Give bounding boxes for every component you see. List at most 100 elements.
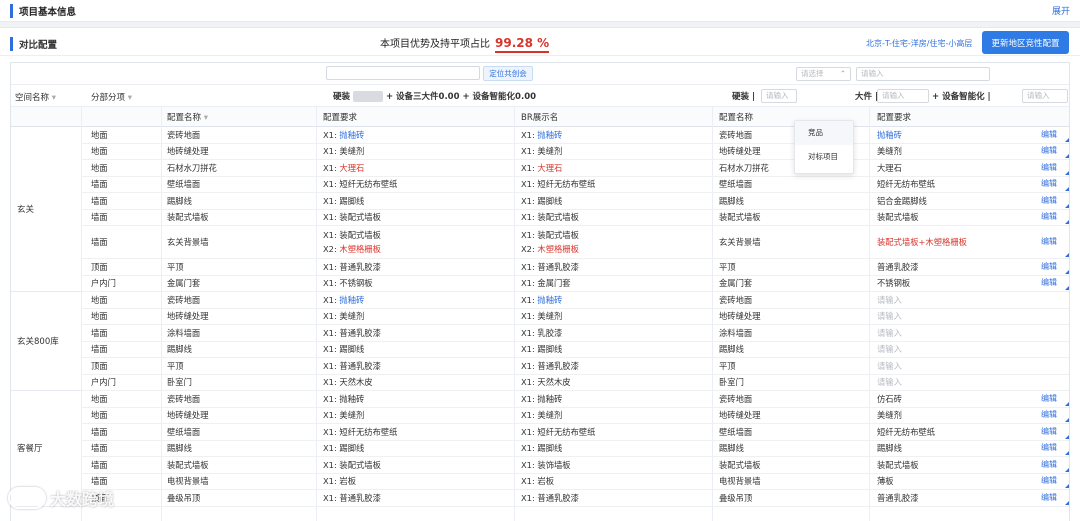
compare-requirement-cell: 美缝剂 [877, 410, 902, 421]
resize-corner-icon [1065, 484, 1069, 488]
compare-requirement-cell: 短纤无纺布壁纸 [877, 426, 936, 437]
compare-requirement-cell: 请输入 [877, 377, 902, 388]
part-cell: 墙面 [91, 426, 108, 437]
edit-link[interactable]: 编辑 [1041, 490, 1069, 506]
requirement-cell: X1: 短纤无纺布壁纸 [323, 426, 398, 437]
table-row: 顶面 叠级吊顶 X1: 普通乳胶漆 X1: 普通乳胶漆 叠级吊顶 普通乳胶漆 编辑 [81, 490, 1069, 507]
requirement-cell: X1: 踢脚线 [323, 195, 365, 206]
chevron-up-icon: ⌃ [839, 69, 846, 78]
filter-input[interactable] [326, 66, 480, 80]
table-row: 地面 瓷砖地面 X1: 抛釉砖 X1: 抛釉砖 瓷砖地面 抛釉砖 编辑 [81, 127, 1069, 144]
table-row: 地面 瓷砖地面 X1: 抛釉砖 X1: 抛釉砖 瓷砖地面 仿石砖 编辑 [81, 391, 1069, 408]
compare-input[interactable]: 请输入 [856, 67, 990, 81]
resize-corner-icon [1065, 500, 1069, 505]
compare-name-cell: 卧室门 [719, 377, 744, 388]
compare-name-cell: 玄关背景墙 [719, 237, 761, 247]
name-cell: 瓷砖地面 [167, 393, 201, 404]
update-region-config-button[interactable]: 更新地区竞性配置 [982, 31, 1069, 54]
name-cell: 踢脚线 [167, 195, 192, 206]
part-cell: 户内门 [91, 377, 116, 388]
edit-link[interactable]: 编辑 [1041, 160, 1069, 176]
edit-link[interactable]: 编辑 [1041, 457, 1069, 473]
br-name-cell: X1: 岩板 [521, 476, 554, 487]
table-row: 墙面 踢脚线 X1: 踢脚线 X1: 踢脚线 踢脚线 踢脚线 编辑 [81, 441, 1069, 457]
edit-link[interactable]: 编辑 [1041, 276, 1069, 292]
name-cell: 壁纸墙面 [167, 426, 201, 437]
advantage-ratio: 本项目优势及持平项占比 99.28 % [380, 35, 550, 53]
compare-requirement-cell: 普通乳胶漆 [877, 261, 919, 272]
edit-link[interactable]: 编辑 [1041, 259, 1069, 275]
ratio-value: 99.28 % [495, 36, 550, 53]
br-name-cell: X1: 普通乳胶漆 [521, 261, 579, 272]
requirement-cell: X1: 装配式墙板 [323, 459, 381, 470]
edit-link[interactable]: 编辑 [1041, 408, 1069, 424]
hard-input[interactable]: 请输入 [761, 89, 797, 103]
edit-link[interactable]: 编辑 [1041, 193, 1069, 209]
smart-input[interactable]: 请输入 [1022, 89, 1068, 103]
br-name-cell: X1: 短纤无纺布壁纸 [521, 426, 596, 437]
sort-icon: ▾ [127, 93, 132, 103]
compare-requirement-cell: 仿石砖 [877, 393, 902, 404]
edit-link[interactable]: 编辑 [1041, 226, 1069, 258]
requirement-cell: X1: 不锈钢板 [323, 278, 373, 289]
edit-link[interactable]: 编辑 [1041, 210, 1069, 226]
name-cell: 平顶 [167, 360, 184, 371]
edit-link[interactable]: 编辑 [1041, 127, 1069, 143]
table-row: 墙面 踢脚线 X1: 踢脚线 X1: 踢脚线 踢脚线 铝合金踢脚线 编辑 [81, 193, 1069, 210]
project-info-bar: 项目基本信息 展开 [0, 0, 1080, 22]
table-row: 墙面 电视背景墙 X1: 岩板 X1: 岩板 电视背景墙 薄板 编辑 [81, 474, 1069, 490]
edit-link[interactable]: 编辑 [1041, 391, 1069, 407]
table-row: 墙面 玄关背景墙 X1: 装配式墙板 X2: 木塑格栅板 X1: 装配式墙板 X2: 木塑… [81, 226, 1069, 259]
br-name-cell: X1: 乳胶漆 [521, 327, 563, 338]
requirement-cell: X1: 踢脚线 [323, 344, 365, 355]
section-title: 项目基本信息 [10, 3, 76, 18]
table-row: 墙面 壁纸墙面 X1: 短纤无纺布壁纸 X1: 短纤无纺布壁纸 壁纸墙面 短纤无纺布壁纸 编… [81, 424, 1069, 441]
name-cell: 装配式墙板 [167, 459, 209, 470]
resize-corner-icon [1065, 418, 1069, 422]
name-cell: 卧室门 [167, 377, 192, 388]
edit-link[interactable]: 编辑 [1041, 424, 1069, 440]
table-row: 顶面 平顶 X1: 普通乳胶漆 X1: 普通乳胶漆 平顶 普通乳胶漆 编辑 [81, 259, 1069, 276]
requirement-cell: X1: 岩板 [323, 476, 356, 487]
br-name-cell: X1: 短纤无纺布壁纸 [521, 179, 596, 190]
compare-name-cell: 平顶 [719, 261, 736, 272]
compare-name-cell: 踢脚线 [719, 443, 744, 454]
name-header[interactable]: 配置名称 ▾ [167, 111, 208, 123]
locate-button[interactable]: 定位共创会 [483, 66, 533, 81]
resize-corner-icon [1065, 451, 1069, 455]
config-table: 定位共创会 请选择 ⌃ 请输入 空间名称 ▾ 分部分项 ▾ 硬装 + 设备三大件0… [10, 62, 1070, 521]
table-row: 墙面 装配式墙板 X1: 装配式墙板 X1: 装饰墙板 装配式墙板 装配式墙板 编辑 [81, 457, 1069, 474]
region-link[interactable]: 北京-T-住宅-洋房/住宅-小高层 [866, 38, 972, 49]
hard-label: 硬装 | [732, 92, 756, 102]
name-cell: 地砖缝处理 [167, 311, 209, 322]
resize-corner-icon [1065, 187, 1069, 191]
edit-link[interactable]: 编辑 [1041, 474, 1069, 490]
expand-link[interactable]: 展开 [1052, 4, 1070, 17]
space-header[interactable]: 空间名称 ▾ [15, 91, 56, 103]
big-item-input[interactable]: 请输入 [877, 89, 929, 103]
filter-row: 定位共创会 请选择 ⌃ 请输入 [11, 63, 1069, 85]
requirement-cell: X1: 短纤无纺布壁纸 [323, 179, 398, 190]
edit-link[interactable]: 编辑 [1041, 177, 1069, 193]
compare-select[interactable]: 请选择 ⌃ [796, 67, 851, 81]
part-header[interactable]: 分部分项 ▾ [91, 91, 132, 103]
compare-name-cell: 金属门套 [719, 278, 753, 289]
name-cell: 涂料墙面 [167, 327, 201, 338]
compare-requirement-cell: 请输入 [877, 294, 902, 305]
part-cell: 地面 [91, 294, 108, 305]
table-row: 户内门 金属门套 X1: 不锈钢板 X1: 金属门套 金属门套 不锈钢板 编辑 [81, 276, 1069, 292]
compare-name-cell: 壁纸墙面 [719, 179, 753, 190]
resize-corner-icon [1065, 401, 1069, 406]
edit-link[interactable]: 编辑 [1041, 441, 1069, 457]
part-cell: 墙面 [91, 344, 108, 355]
smart-label: + 设备智能化 | [932, 92, 991, 102]
compare-name-cell: 装配式墙板 [719, 459, 761, 470]
table-row: 墙面 壁纸墙面 X1: 短纤无纺布壁纸 X1: 短纤无纺布壁纸 壁纸墙面 短纤无纺布壁纸 编… [81, 177, 1069, 193]
compare-name-cell: 平顶 [719, 360, 736, 371]
dropdown-option[interactable]: 竞品 [795, 121, 853, 145]
edit-link[interactable]: 编辑 [1041, 144, 1069, 160]
compare-type-dropdown: 竞品 对标项目 [794, 120, 854, 174]
dropdown-option[interactable]: 对标项目 [795, 145, 853, 169]
requirement-cell: X1: 踢脚线 [323, 443, 365, 454]
watermark: 大数跨境 [8, 486, 114, 510]
